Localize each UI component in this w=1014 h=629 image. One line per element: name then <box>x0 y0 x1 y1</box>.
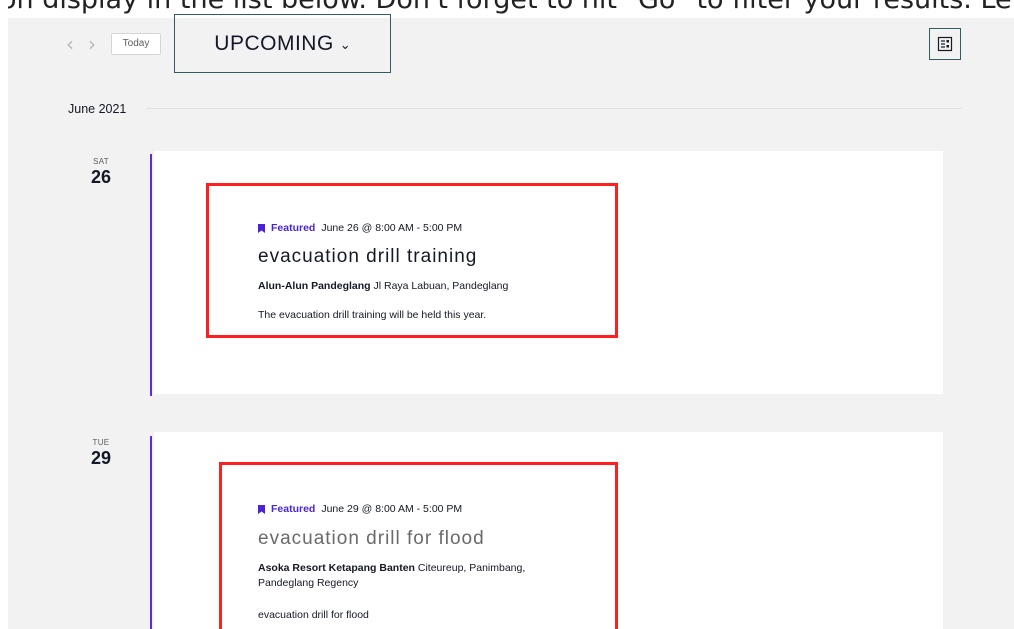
event-title-link[interactable]: evacuation drill for flood <box>258 528 485 550</box>
top-strip-text: on display in the list below. Don't forg… <box>0 0 1014 15</box>
venue-name: Asoka Resort Ketapang Banten <box>258 562 415 574</box>
view-selector-label: UPCOMING <box>214 31 334 55</box>
chevron-down-icon: ⌄ <box>339 37 351 53</box>
event-day-of-week: SAT <box>93 157 109 166</box>
venue-address-line-2: Pandeglang Regency <box>258 577 359 589</box>
event-datetime: June 26 @ 8:00 AM - 5:00 PM <box>321 222 463 234</box>
event-meta: Featured June 26 @ 8:00 AM - 5:00 PM <box>258 222 462 234</box>
event-venue: Asoka Resort Ketapang Banten Citeureup, … <box>258 561 525 591</box>
event-description: The evacuation drill training will be he… <box>258 309 487 321</box>
top-text-strip: on display in the list below. Don't forg… <box>0 0 1014 18</box>
date-navigation: ‹ › <box>66 34 104 54</box>
event-datetime: June 29 @ 8:00 AM - 5:00 PM <box>321 503 463 515</box>
event-day-number: 26 <box>90 167 112 187</box>
event-accent-bar <box>150 154 152 396</box>
event-date-tag: SAT 26 <box>89 157 113 188</box>
left-edge <box>0 0 8 629</box>
venue-address: Citeureup, Panimbang, <box>417 562 526 574</box>
event-meta: Featured June 29 @ 8:00 AM - 5:00 PM <box>258 503 462 515</box>
featured-label: Featured <box>271 503 316 515</box>
venue-name: Alun-Alun Pandeglang <box>258 280 371 292</box>
event-title-link[interactable]: evacuation drill training <box>258 246 477 268</box>
view-selector-button[interactable]: UPCOMING ⌄ <box>174 14 391 73</box>
list-view-button[interactable] <box>929 28 961 60</box>
event-day-of-week: TUE <box>92 438 110 447</box>
event-description: evacuation drill for flood <box>258 609 369 621</box>
bookmark-icon <box>258 504 265 514</box>
chevron-right-icon[interactable]: › <box>88 34 104 54</box>
month-separator-line <box>146 108 962 109</box>
event-accent-bar <box>150 436 152 629</box>
event-date-tag: TUE 29 <box>89 438 113 469</box>
list-view-icon <box>937 36 953 52</box>
featured-label: Featured <box>271 222 316 234</box>
event-venue: Alun-Alun Pandeglang Jl Raya Labuan, Pan… <box>258 279 508 294</box>
event-day-number: 29 <box>90 448 112 468</box>
venue-address: Jl Raya Labuan, Pandeglang <box>373 280 509 292</box>
month-separator-label: June 2021 <box>68 102 127 116</box>
bookmark-icon <box>258 223 265 233</box>
chevron-left-icon[interactable]: ‹ <box>66 34 82 54</box>
today-button[interactable]: Today <box>111 33 161 55</box>
